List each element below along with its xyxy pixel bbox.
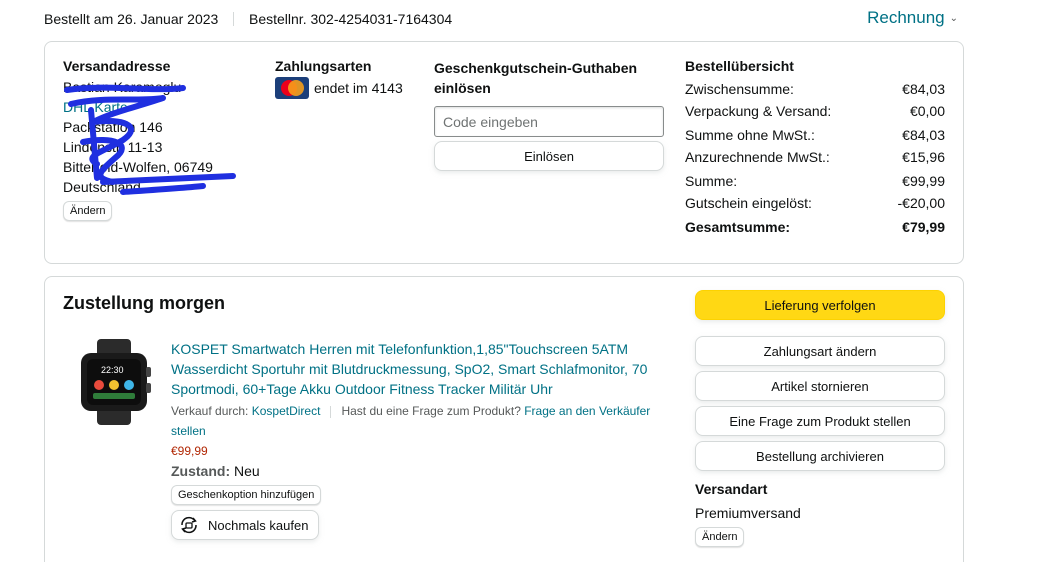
- address-line: Bitterfeld-Wolfen, 06749: [63, 159, 213, 175]
- order-date: Bestellt am 26. Januar 2023: [44, 11, 219, 27]
- shipment-title: Zustellung morgen: [63, 293, 225, 313]
- summary-row: Verpackung & Versand: €0,00: [685, 103, 945, 119]
- summary-row: Anzurechnende MwSt.: €15,96: [685, 149, 945, 165]
- change-address-button[interactable]: Ändern: [63, 201, 113, 221]
- gift-code-input[interactable]: [434, 106, 664, 137]
- address-line: Deutschland: [63, 179, 141, 195]
- summary-row: Zwischensumme: €84,03: [685, 81, 945, 97]
- gift-card-section: Geschenkgutschein-Guthaben einlösen Einl…: [434, 58, 666, 171]
- address-line: Bastian Karamoglu: [63, 79, 182, 95]
- archive-order-button[interactable]: Bestellung archivieren: [695, 441, 945, 471]
- smartwatch-product-image[interactable]: 22:30: [69, 337, 159, 427]
- redeem-button[interactable]: Einlösen: [434, 141, 664, 171]
- address-line[interactable]: DHL Karte: [63, 97, 253, 117]
- address-line: Lindenstr. 11-13: [63, 139, 163, 155]
- payment-heading: Zahlungsarten: [275, 58, 372, 74]
- shipment-actions: Lieferung verfolgen Zahlungsart ändern A…: [695, 290, 945, 547]
- shipping-address-heading: Versandadresse: [63, 58, 171, 74]
- change-shipping-method-button[interactable]: Ändern: [695, 527, 745, 547]
- buy-again-button[interactable]: Nochmals kaufen: [171, 510, 320, 540]
- track-package-button[interactable]: Lieferung verfolgen: [695, 290, 945, 320]
- watch-face-time: 22:30: [101, 365, 124, 375]
- product-info: KOSPET Smartwatch Herren mit Telefonfunk…: [171, 339, 671, 540]
- invoice-label: Rechnung: [867, 8, 945, 27]
- order-details-card: Versandadresse Bastian Karamoglu DHL Kar…: [44, 41, 964, 264]
- address-lines: Bastian Karamoglu DHL Karte Packstation …: [63, 77, 253, 197]
- header-divider: [233, 12, 234, 26]
- card-ending: endet im 4143: [314, 80, 403, 96]
- product-price: €99,99: [171, 444, 208, 458]
- order-header: Bestellt am 26. Januar 2023 Bestellnr. 3…: [44, 8, 964, 30]
- shipping-method-value: Premiumversand: [695, 505, 801, 521]
- summary-row: Summe ohne MwSt.: €84,03: [685, 127, 945, 143]
- chevron-down-icon: ⌄: [949, 13, 958, 24]
- buy-again-icon: [181, 516, 197, 534]
- gift-card-heading: Geschenkgutschein-Guthaben einlösen: [434, 60, 638, 96]
- shipping-method-section: Versandart Premiumversand Ändern: [695, 479, 945, 547]
- address-line: Packstation 146: [63, 119, 163, 135]
- shipping-method-heading: Versandart: [695, 481, 768, 497]
- shipment-card: Zustellung morgen 22:30 KOSPET Smartwatc…: [44, 276, 964, 562]
- mastercard-icon: [275, 77, 309, 99]
- seller-link[interactable]: KospetDirect: [252, 404, 321, 418]
- order-summary-section: Bestellübersicht Zwischensumme: €84,03 Ve…: [685, 58, 945, 238]
- question-label: Hast du eine Frage zum Produkt?: [341, 404, 521, 418]
- seller-line: Verkauf durch: KospetDirect Hast du eine …: [171, 401, 671, 441]
- payment-section: Zahlungsarten endet im 4143: [275, 58, 415, 100]
- cancel-items-button[interactable]: Artikel stornieren: [695, 371, 945, 401]
- summary-total-row: Gesamtsumme: €79,99: [685, 219, 945, 235]
- summary-row: Summe: €99,99: [685, 173, 945, 189]
- change-payment-button[interactable]: Zahlungsart ändern: [695, 336, 945, 366]
- invoice-dropdown[interactable]: Rechnung ⌄: [867, 8, 958, 28]
- seller-divider: [330, 405, 332, 418]
- payment-card: endet im 4143: [275, 76, 415, 100]
- buy-again-label: Nochmals kaufen: [208, 517, 309, 533]
- shipping-address-section: Versandadresse Bastian Karamoglu DHL Kar…: [63, 58, 253, 221]
- ask-product-question-button[interactable]: Eine Frage zum Produkt stellen: [695, 406, 945, 436]
- summary-row: Gutschein eingelöst: -€20,00: [685, 195, 945, 211]
- order-summary-heading: Bestellübersicht: [685, 58, 794, 74]
- add-gift-option-button[interactable]: Geschenkoption hinzufügen: [171, 485, 322, 505]
- sold-by-label: Verkauf durch:: [171, 404, 249, 418]
- order-number: Bestellnr. 302-4254031-7164304: [249, 11, 453, 27]
- product-condition: Zustand: Neu: [171, 463, 260, 479]
- product-title-link[interactable]: KOSPET Smartwatch Herren mit Telefonfunk…: [171, 339, 671, 399]
